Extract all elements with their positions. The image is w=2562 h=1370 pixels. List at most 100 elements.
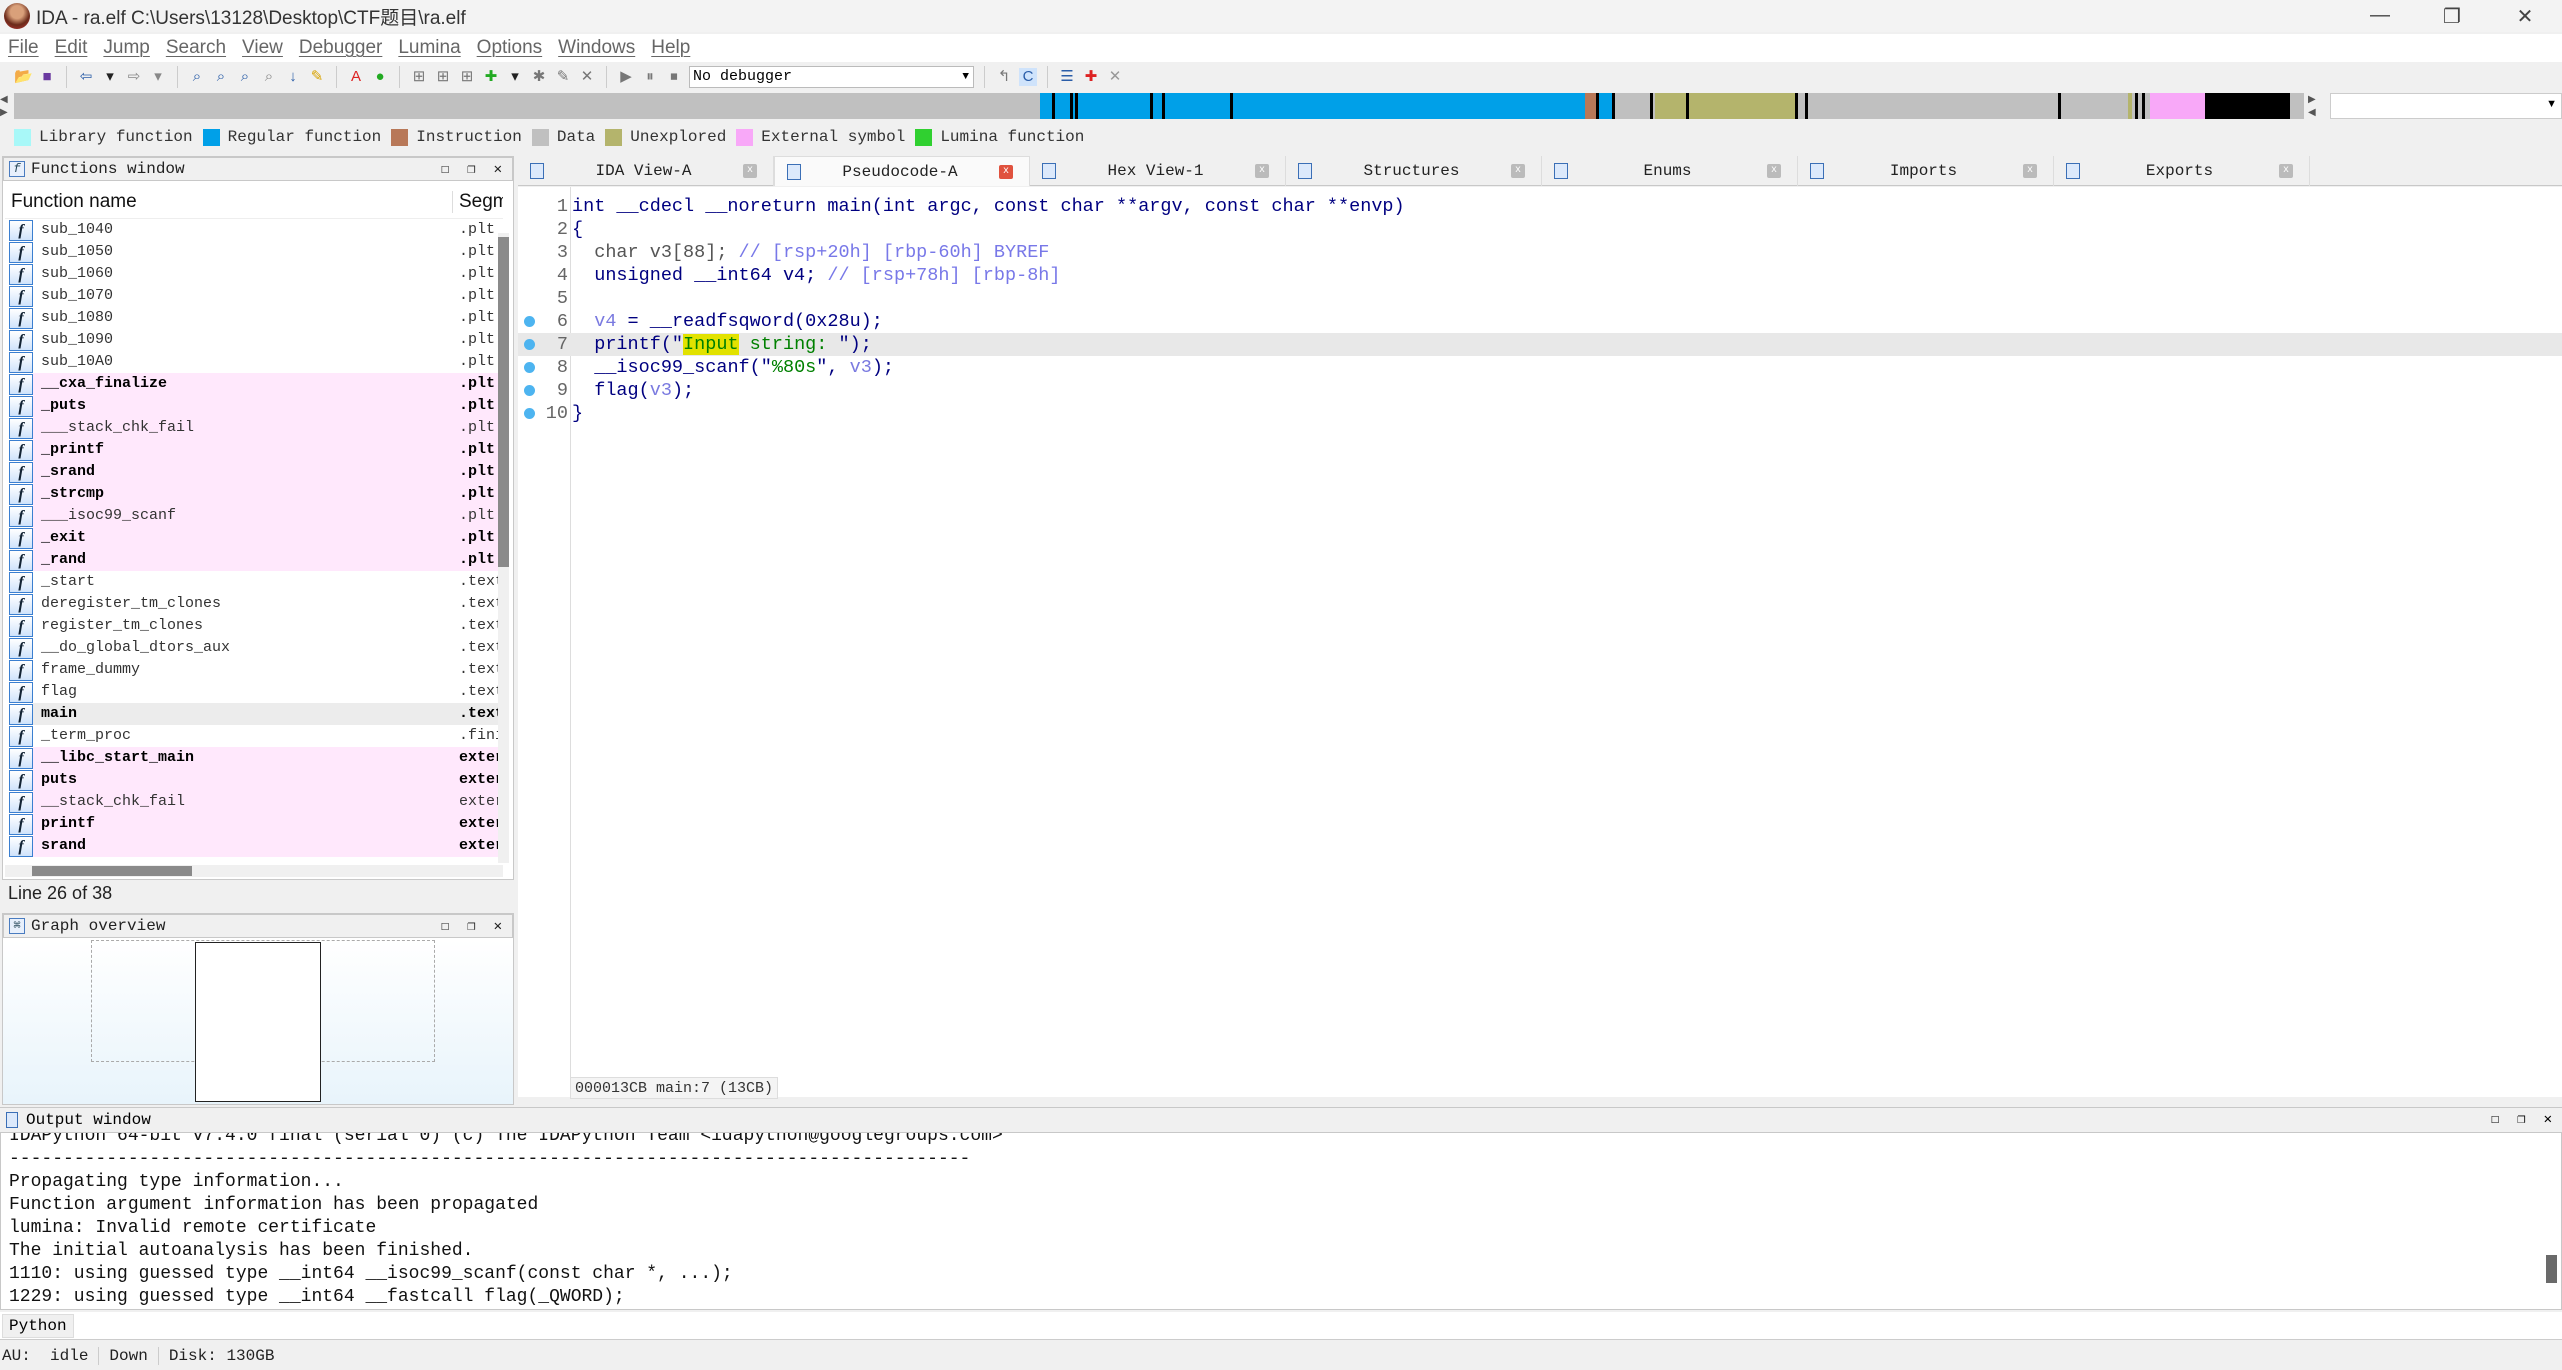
output-window[interactable]: IDAPython 64-bit v7.4.0 final (serial 0)… <box>0 1132 2562 1310</box>
debugger-select[interactable]: No debugger ▼ <box>689 66 974 88</box>
code-line[interactable]: 10} <box>518 402 2562 425</box>
close-pane-icon[interactable]: ✕ <box>2544 1111 2552 1128</box>
delete-icon[interactable]: ✕ <box>578 68 596 86</box>
function-row[interactable]: f frame_dummy .text <box>5 659 503 681</box>
code-line[interactable]: 3 char v3[88]; // [rsp+20h] [rbp-60h] BY… <box>518 241 2562 264</box>
forward-icon[interactable]: ⇨ <box>125 68 143 86</box>
function-row[interactable]: f sub_1040 .plt <box>5 219 503 241</box>
add-breakpoint-icon[interactable]: ✚ <box>1082 68 1100 86</box>
menu-edit[interactable]: Edit <box>55 37 88 59</box>
menu-debugger[interactable]: Debugger <box>299 37 382 59</box>
close-tab-icon[interactable]: x <box>743 164 757 178</box>
back-dropdown-icon[interactable]: ▾ <box>101 68 119 86</box>
close-window-button[interactable]: ✕ <box>2505 4 2545 29</box>
search-binary-icon[interactable]: ⌕ <box>212 68 230 86</box>
function-row[interactable]: f sub_1080 .plt <box>5 307 503 329</box>
search-text-icon[interactable]: ⌕ <box>188 68 206 86</box>
function-row[interactable]: f sub_1070 .plt <box>5 285 503 307</box>
maximize-pane-icon[interactable]: ☐ <box>441 918 449 935</box>
function-row[interactable]: f_puts.plt.sec <box>5 395 503 417</box>
stop-icon[interactable]: ⏹ <box>665 68 683 86</box>
code-icon[interactable]: ⊞ <box>410 68 428 86</box>
code-line[interactable]: 5 <box>518 287 2562 310</box>
python-button[interactable]: Python <box>2 1314 74 1338</box>
minimize-button[interactable]: — <box>2360 4 2400 27</box>
pencil-icon[interactable]: ✎ <box>308 68 326 86</box>
menu-search[interactable]: Search <box>166 37 226 59</box>
function-row[interactable]: f___stack_chk_fail.plt.sec <box>5 417 503 439</box>
dropdown-icon[interactable]: ▾ <box>506 68 524 86</box>
code-line[interactable]: 1 int __cdecl __noreturn main(int argc, c… <box>518 195 2562 218</box>
maximize-pane-icon[interactable]: ☐ <box>2491 1111 2499 1128</box>
function-row[interactable]: fprintfextern <box>5 813 503 835</box>
pseudocode-view[interactable]: 1 int __cdecl __noreturn main(int argc, c… <box>518 187 2562 1097</box>
output-scrollbar[interactable] <box>2546 1255 2557 1283</box>
function-row[interactable]: f sub_1060 .plt <box>5 263 503 285</box>
function-row[interactable]: f deregister_tm_clones .text <box>5 593 503 615</box>
close-pane-icon[interactable]: ✕ <box>494 161 502 178</box>
tab-hex-view-1[interactable]: Hex View-1 x <box>1030 156 1286 186</box>
open-icon[interactable]: 📂 <box>14 68 33 86</box>
menu-help[interactable]: Help <box>651 37 690 59</box>
column-segment[interactable]: Segment <box>453 191 503 213</box>
close-tab-icon[interactable]: x <box>1511 164 1525 178</box>
code-line[interactable]: 8 __isoc99_scanf("%80s", v3); <box>518 356 2562 379</box>
code-line[interactable]: 7 printf("Input string: "); <box>518 333 2562 356</box>
close-tab-icon[interactable]: x <box>2279 164 2293 178</box>
tab-structures[interactable]: Structures x <box>1286 156 1542 186</box>
string-icon[interactable]: ⊞ <box>458 68 476 86</box>
function-row[interactable]: f_exit.plt.sec <box>5 527 503 549</box>
maximize-pane-icon[interactable]: ☐ <box>441 161 449 178</box>
code-line[interactable]: 6 v4 = __readfsqword(0x28u); <box>518 310 2562 333</box>
close-tab-icon[interactable]: x <box>2023 164 2037 178</box>
vertical-scrollbar[interactable] <box>498 233 509 863</box>
search-next-icon[interactable]: ⌕ <box>260 68 278 86</box>
function-row[interactable]: f _term_proc .fini <box>5 725 503 747</box>
nav-scroll-arrows[interactable]: ◀ ▶ <box>0 93 14 119</box>
tab-pseudocode-a[interactable]: Pseudocode-A x <box>774 156 1030 186</box>
function-row[interactable]: f___isoc99_scanf.plt.sec <box>5 505 503 527</box>
jump-down-icon[interactable]: ↓ <box>284 68 302 86</box>
code-line[interactable]: 2{ <box>518 218 2562 241</box>
function-row[interactable]: f sub_10A0 .plt <box>5 351 503 373</box>
remove-breakpoint-icon[interactable]: ✕ <box>1106 68 1124 86</box>
function-row[interactable]: f__stack_chk_failextern <box>5 791 503 813</box>
close-pane-icon[interactable]: ✕ <box>494 918 502 935</box>
float-pane-icon[interactable]: ❐ <box>467 918 475 935</box>
forward-dropdown-icon[interactable]: ▾ <box>149 68 167 86</box>
menu-view[interactable]: View <box>242 37 283 59</box>
pseudocode-icon[interactable]: C <box>1019 68 1037 86</box>
function-row[interactable]: f register_tm_clones .text <box>5 615 503 637</box>
pause-icon[interactable]: ⏸ <box>641 68 659 86</box>
column-function-name[interactable]: Function name <box>5 190 453 213</box>
function-row[interactable]: f flag .text <box>5 681 503 703</box>
function-row[interactable]: f main .text <box>5 703 503 725</box>
function-row[interactable]: f sub_1050 .plt <box>5 241 503 263</box>
graph-icon[interactable]: A <box>347 68 365 86</box>
back-icon[interactable]: ⇦ <box>77 68 95 86</box>
menu-file[interactable]: File <box>8 37 39 59</box>
graph-overview-canvas[interactable] <box>3 940 513 1104</box>
tab-ida-view-a[interactable]: IDA View-A x <box>518 156 774 186</box>
search-immediate-icon[interactable]: ⌕ <box>236 68 254 86</box>
green-circle-icon[interactable]: ● <box>371 68 389 86</box>
function-row[interactable]: f__cxa_finalize.plt.got <box>5 373 503 395</box>
step-icon[interactable]: ↰ <box>995 68 1013 86</box>
nav-zoom-arrows[interactable]: ▶ ◀ <box>2308 93 2322 119</box>
function-row[interactable]: f_rand.plt.sec <box>5 549 503 571</box>
add-struct-icon[interactable]: ✚ <box>482 68 500 86</box>
maximize-button[interactable]: ❐ <box>2432 4 2472 29</box>
close-tab-icon[interactable]: x <box>1767 164 1781 178</box>
float-pane-icon[interactable]: ❐ <box>467 161 475 178</box>
code-line[interactable]: 9 flag(v3); <box>518 379 2562 402</box>
command-input[interactable] <box>80 1314 2558 1338</box>
code-line[interactable]: 4 unsigned __int64 v4; // [rsp+78h] [rbp… <box>518 264 2562 287</box>
data-icon[interactable]: ⊞ <box>434 68 452 86</box>
function-row[interactable]: fputsextern <box>5 769 503 791</box>
function-row[interactable]: f_srand.plt.sec <box>5 461 503 483</box>
menu-windows[interactable]: Windows <box>558 37 635 59</box>
tab-enums[interactable]: Enums x <box>1542 156 1798 186</box>
function-row[interactable]: f __do_global_dtors_aux .text <box>5 637 503 659</box>
undefine-icon[interactable]: ✱ <box>530 68 548 86</box>
save-icon[interactable]: ■ <box>38 68 56 86</box>
